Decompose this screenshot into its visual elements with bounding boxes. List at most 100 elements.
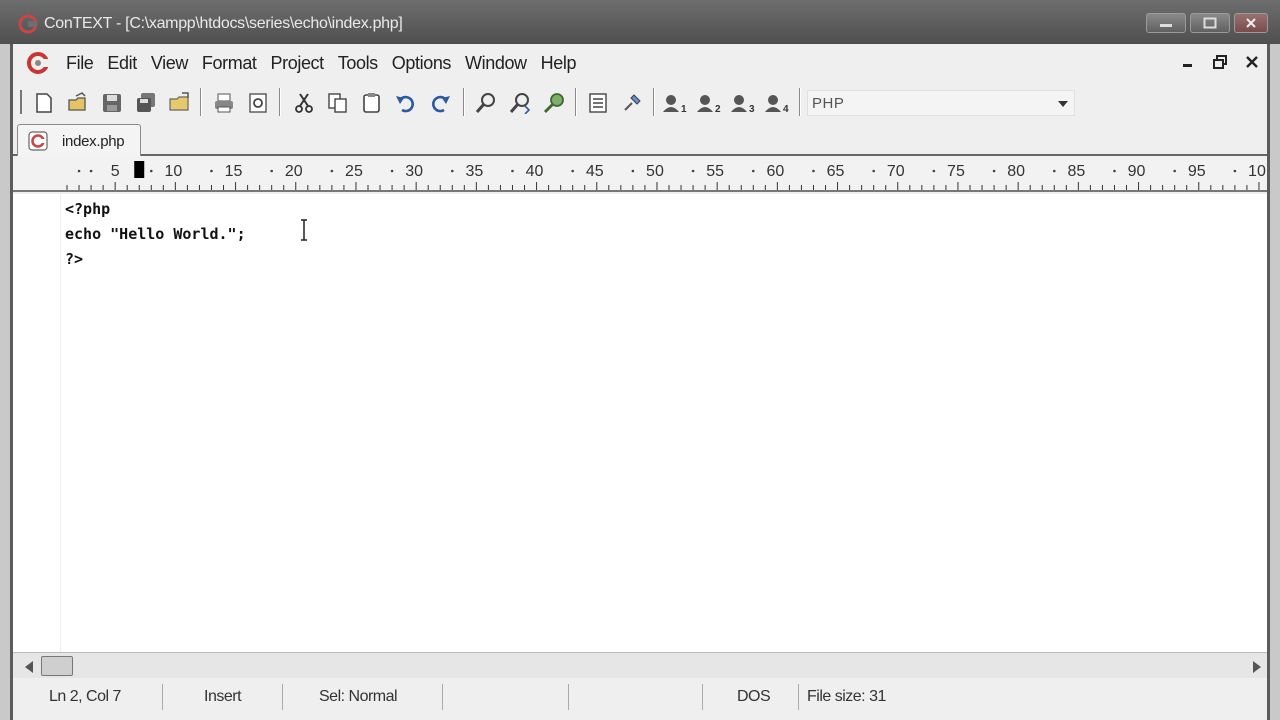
syntax-highlighter-select[interactable]: PHP bbox=[807, 90, 1075, 116]
title-bar: ConTEXT - [C:\xampp\htdocs\series\echo\i… bbox=[0, 0, 1280, 44]
ruler-label: 10 bbox=[1248, 163, 1266, 180]
menu-tools[interactable]: Tools bbox=[331, 53, 385, 74]
menu-help[interactable]: Help bbox=[534, 53, 583, 74]
print-button[interactable] bbox=[211, 90, 237, 116]
ruler-dot bbox=[210, 169, 213, 173]
close-icon bbox=[1246, 56, 1258, 68]
document-minimize-button[interactable] bbox=[1181, 54, 1195, 70]
ruler-dot bbox=[932, 169, 936, 173]
cut-button[interactable] bbox=[291, 90, 317, 116]
menu-edit[interactable]: Edit bbox=[100, 53, 143, 74]
open-file-button[interactable] bbox=[65, 90, 91, 116]
ruler-label: 85 bbox=[1067, 163, 1085, 180]
save-button[interactable] bbox=[99, 90, 125, 116]
minimize-icon bbox=[1160, 24, 1172, 27]
find-next-button[interactable] bbox=[507, 90, 533, 116]
code-line: echo "Hello World."; bbox=[65, 225, 246, 243]
window-maximize-button[interactable] bbox=[1190, 13, 1230, 33]
user-tool-4-button[interactable]: 4 bbox=[763, 90, 793, 116]
status-mode: Insert bbox=[163, 684, 283, 710]
redo-button[interactable] bbox=[427, 90, 453, 116]
ruler-label: 75 bbox=[947, 163, 965, 180]
menu-bar: File Edit View Format Project Tools Options Win… bbox=[13, 44, 1267, 82]
status-empty-2 bbox=[569, 684, 703, 710]
replace-button[interactable] bbox=[541, 90, 567, 116]
ruler-dot bbox=[1233, 169, 1237, 173]
ruler-label: 80 bbox=[1007, 163, 1025, 180]
save-icon bbox=[103, 94, 121, 112]
editor-gutter bbox=[13, 194, 61, 652]
replace-icon bbox=[543, 93, 564, 114]
menu-format[interactable]: Format bbox=[195, 53, 264, 74]
ruler-label: 90 bbox=[1128, 163, 1146, 180]
save-all-icon bbox=[137, 93, 155, 112]
window-minimize-button[interactable] bbox=[1146, 13, 1186, 33]
code-editor[interactable]: <?php echo "Hello World."; ?> bbox=[13, 194, 1267, 652]
find-button[interactable] bbox=[473, 90, 499, 116]
menu-view[interactable]: View bbox=[144, 53, 195, 74]
status-file-size: File size: 31 bbox=[799, 684, 949, 710]
ruler-label: 25 bbox=[345, 163, 363, 180]
close-icon bbox=[1246, 18, 1256, 28]
code-area[interactable]: <?php echo "Hello World."; ?> bbox=[65, 197, 246, 272]
ruler-dot bbox=[1113, 169, 1116, 173]
ruler-label: 60 bbox=[766, 163, 784, 180]
document-restore-button[interactable] bbox=[1213, 54, 1227, 70]
window-close-button[interactable] bbox=[1234, 13, 1268, 33]
pin-button[interactable] bbox=[619, 90, 645, 116]
status-position: Ln 2, Col 7 bbox=[13, 684, 163, 710]
user-tool-3-button[interactable]: 3 bbox=[729, 90, 759, 116]
chevron-down-icon bbox=[1058, 101, 1068, 107]
scroll-left-icon[interactable] bbox=[25, 661, 33, 673]
status-bar: Ln 2, Col 7 Insert Sel: Normal DOS File … bbox=[13, 682, 1267, 712]
undo-button[interactable] bbox=[393, 90, 419, 116]
ruler-scale: 5 10 15 20 25 30 35 40 45 50 55 60 65 70 75 80 85 90 95 10 bbox=[66, 161, 1266, 190]
window-controls bbox=[1146, 13, 1268, 33]
open-folder-button[interactable] bbox=[167, 90, 193, 116]
list-icon bbox=[589, 93, 607, 113]
list-button[interactable] bbox=[585, 90, 611, 116]
scroll-right-icon[interactable] bbox=[1253, 661, 1261, 673]
document-close-button[interactable] bbox=[1245, 54, 1259, 70]
horizontal-scrollbar[interactable] bbox=[13, 652, 1267, 678]
ruler-dot bbox=[89, 169, 93, 173]
print-preview-button[interactable] bbox=[245, 90, 271, 116]
new-file-icon bbox=[36, 93, 52, 113]
ruler-dot bbox=[450, 169, 454, 173]
copy-button[interactable] bbox=[325, 90, 351, 116]
user-tool-1-button[interactable]: 1 bbox=[661, 90, 691, 116]
selection-mode: Sel: Normal bbox=[319, 688, 398, 705]
redo-icon bbox=[432, 95, 450, 113]
ruler-label: 5 bbox=[111, 163, 120, 180]
save-all-button[interactable] bbox=[133, 90, 159, 116]
ruler-dot bbox=[571, 169, 574, 173]
ruler-dot bbox=[631, 169, 635, 173]
toolbar: 1 2 3 4 PHP bbox=[13, 84, 1267, 120]
ruler-label: 35 bbox=[465, 163, 483, 180]
tab-label: index.php bbox=[62, 133, 125, 150]
context-app-icon bbox=[27, 52, 51, 74]
menu-window[interactable]: Window bbox=[458, 53, 534, 74]
toolbar-grip[interactable] bbox=[20, 90, 23, 114]
scrollbar-thumb[interactable] bbox=[41, 656, 73, 676]
find-next-icon bbox=[509, 93, 531, 114]
code-line: ?> bbox=[65, 250, 84, 268]
status-selection: Sel: Normal bbox=[283, 684, 443, 710]
svg-text:3: 3 bbox=[749, 104, 755, 114]
tab-index-php[interactable]: index.php bbox=[17, 124, 141, 156]
ruler-dot bbox=[751, 169, 755, 173]
user-tool-2-button[interactable]: 2 bbox=[695, 90, 725, 116]
cursor-position: Ln 2, Col 7 bbox=[49, 688, 121, 705]
menu-file[interactable]: File bbox=[59, 53, 100, 74]
ruler-label: 55 bbox=[706, 163, 724, 180]
ruler-dot bbox=[77, 169, 81, 173]
paste-button[interactable] bbox=[359, 90, 385, 116]
ruler-dot bbox=[149, 169, 153, 173]
user-tool-3-icon: 3 bbox=[731, 95, 755, 114]
ruler-label: 20 bbox=[285, 163, 303, 180]
menu-options[interactable]: Options bbox=[385, 53, 458, 74]
ruler-dot bbox=[511, 169, 514, 173]
new-file-button[interactable] bbox=[31, 90, 57, 116]
text-cursor-icon bbox=[301, 219, 307, 241]
menu-project[interactable]: Project bbox=[264, 53, 331, 74]
